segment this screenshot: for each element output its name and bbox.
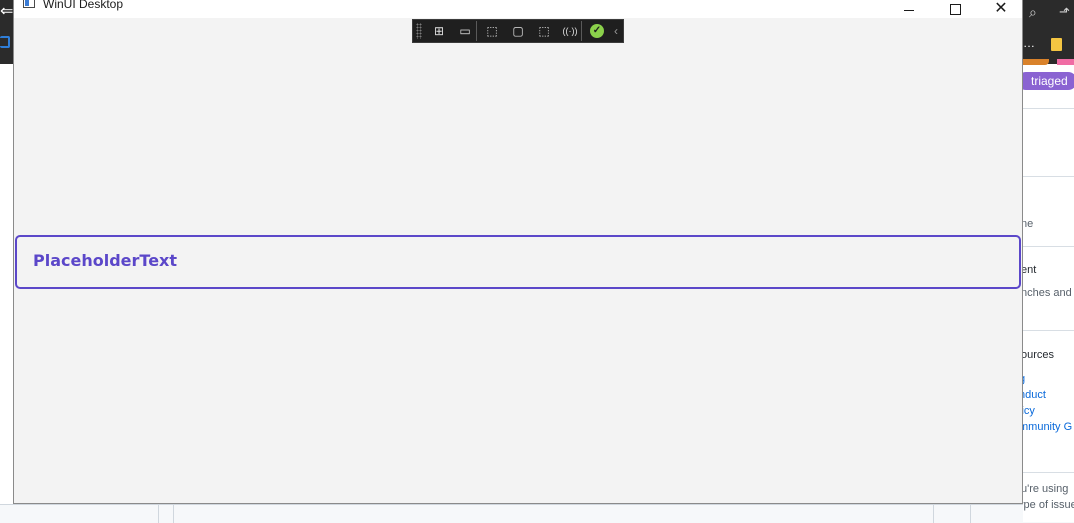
minimize-icon <box>904 9 914 11</box>
sidebar-text: type of issue <box>1023 499 1074 511</box>
display-layout-adorners-icon: ▢ <box>512 24 524 38</box>
record-icon: ▭ <box>459 24 471 38</box>
sidebar-text: nches and p <box>1023 287 1074 299</box>
zoom-icon: ⌕ <box>1029 4 1037 20</box>
hot-reload-icon: ((·)) <box>562 26 578 36</box>
divider <box>970 505 971 523</box>
more-icon: … <box>1023 36 1035 50</box>
divider <box>1023 246 1074 247</box>
maximize-button[interactable] <box>932 0 978 18</box>
app-window: WinUI Desktop ✕ ⊞ ▭ ⬚ ▢ ⬚ ((·)) ✓ ‹ Plac… <box>13 0 1023 504</box>
divider <box>933 505 934 523</box>
hot-reload-button[interactable]: ((·)) <box>559 21 582 41</box>
live-visual-tree-icon: ⊞ <box>433 24 445 38</box>
app-icon <box>23 0 35 8</box>
back-arrow-icon: ⇐ <box>0 3 14 20</box>
divider <box>1023 330 1074 331</box>
divider <box>1023 472 1074 473</box>
divider <box>1023 108 1074 109</box>
accessibility-check-button[interactable]: ✓ <box>586 21 608 41</box>
select-element-button[interactable]: ⬚ <box>481 21 503 41</box>
live-visual-tree-button[interactable]: ⊞ <box>428 21 450 41</box>
maximize-icon <box>949 3 961 15</box>
background-bottom-strip <box>0 504 1074 523</box>
track-focus-icon: ⬚ <box>538 24 550 38</box>
accessibility-check-icon: ✓ <box>590 24 604 38</box>
drag-handle-icon[interactable] <box>416 23 422 39</box>
text-box-placeholder: PlaceholderText <box>33 251 178 270</box>
sidebar-link[interactable]: mmunity G <box>1023 421 1072 433</box>
vs-logo-icon <box>0 36 10 48</box>
label-stripe <box>1023 59 1049 65</box>
collapse-toolbar-icon[interactable]: ‹ <box>614 24 618 38</box>
sidebar-text: ne <box>1023 218 1034 230</box>
close-icon: ✕ <box>994 0 1008 17</box>
background-left-strip: ⇐ <box>0 0 13 64</box>
track-focus-button[interactable]: ⬚ <box>533 21 555 41</box>
record-button[interactable]: ▭ <box>454 21 477 41</box>
display-layout-adorners-button[interactable]: ▢ <box>507 21 529 41</box>
select-element-icon: ⬚ <box>486 24 498 38</box>
xaml-debug-toolbar: ⊞ ▭ ⬚ ▢ ⬚ ((·)) ✓ ‹ <box>412 19 624 43</box>
sidebar-heading: ources <box>1023 349 1055 361</box>
minimize-button[interactable] <box>886 0 932 18</box>
sidebar-link[interactable]: licy <box>1023 405 1035 417</box>
divider <box>1023 176 1074 177</box>
status-badge[interactable]: triaged <box>1023 72 1074 90</box>
sidebar-link[interactable]: nduct <box>1023 389 1046 401</box>
label-stripe <box>1057 59 1074 65</box>
title-bar[interactable]: WinUI Desktop ✕ <box>14 0 1022 18</box>
chart-icon: ⬏ <box>1059 4 1070 19</box>
close-button[interactable]: ✕ <box>978 0 1024 18</box>
sidebar-text: u're using <box>1023 483 1069 495</box>
window-title: WinUI Desktop <box>43 0 124 11</box>
divider <box>158 505 159 523</box>
text-box[interactable]: PlaceholderText <box>15 235 1021 289</box>
notes-icon <box>1051 38 1062 51</box>
sidebar-link[interactable]: g <box>1023 373 1025 385</box>
sidebar-heading: ent <box>1023 264 1037 276</box>
divider <box>173 505 174 523</box>
background-right-panel: ⌕ ⬏ … triaged ne ent nches and p ources … <box>1023 0 1074 522</box>
